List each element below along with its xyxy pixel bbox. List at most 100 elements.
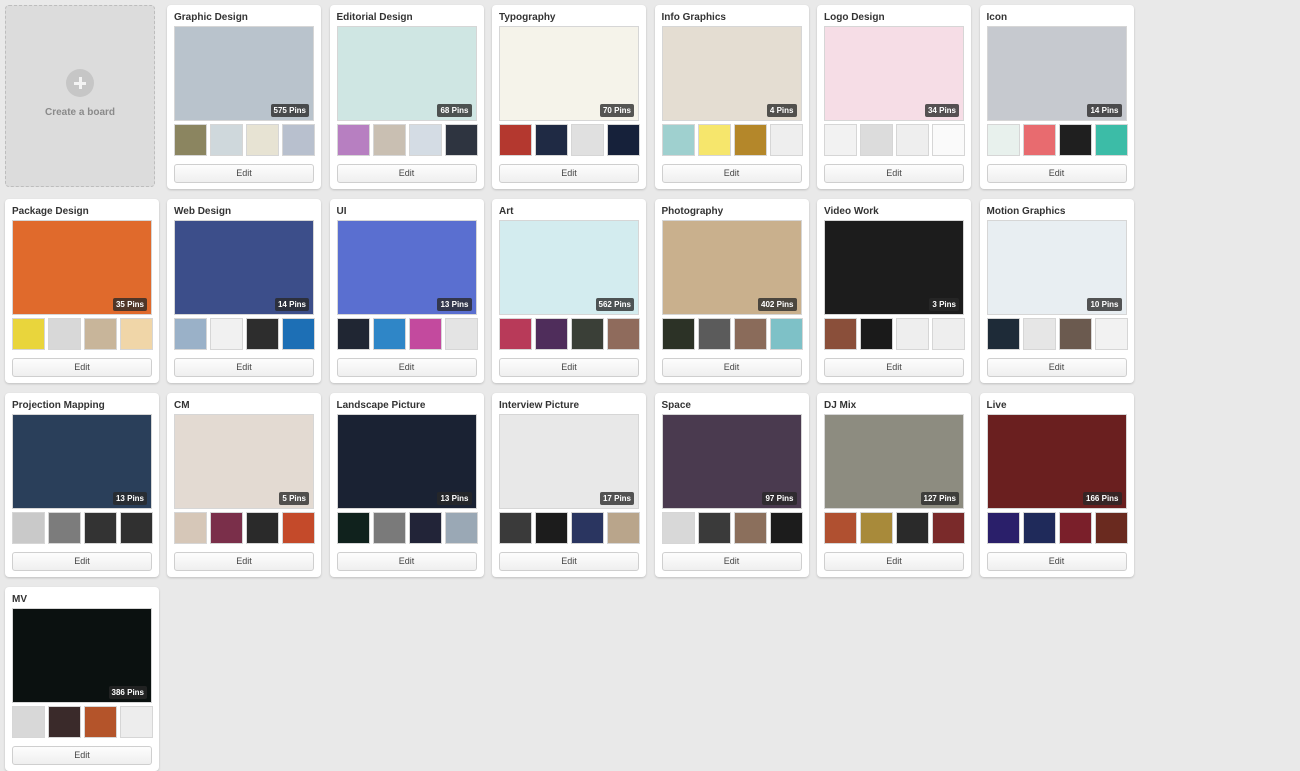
board-thumbnail[interactable]: [12, 706, 45, 738]
board-card[interactable]: Art 562 Pins Edit: [492, 199, 646, 383]
board-thumbnail[interactable]: [246, 512, 279, 544]
board-thumbnail[interactable]: [120, 318, 153, 350]
board-thumbnail[interactable]: [210, 124, 243, 156]
board-thumbnail[interactable]: [932, 124, 965, 156]
board-card[interactable]: Video Work 3 Pins Edit: [817, 199, 971, 383]
board-thumbnail[interactable]: [824, 512, 857, 544]
board-card[interactable]: Projection Mapping 13 Pins Edit: [5, 393, 159, 577]
board-thumbnail[interactable]: [336, 318, 370, 350]
edit-board-button[interactable]: Edit: [824, 164, 964, 183]
board-title[interactable]: Art: [499, 206, 513, 217]
edit-board-button[interactable]: Edit: [986, 358, 1127, 377]
board-thumbnail[interactable]: [607, 124, 640, 156]
board-cover-image[interactable]: 10 Pins: [986, 220, 1127, 315]
board-thumbnail[interactable]: [84, 706, 117, 738]
board-thumbnail[interactable]: [48, 512, 81, 544]
board-title[interactable]: Photography: [662, 206, 724, 217]
board-title[interactable]: MV: [12, 594, 27, 605]
board-thumbnail[interactable]: [48, 318, 81, 350]
board-cover-image[interactable]: 68 Pins: [336, 26, 477, 121]
board-thumbnail[interactable]: [824, 124, 857, 156]
board-thumbnail[interactable]: [932, 318, 965, 350]
edit-board-button[interactable]: Edit: [499, 358, 639, 377]
board-thumbnail[interactable]: [1022, 124, 1056, 156]
board-thumbnail[interactable]: [661, 318, 695, 350]
board-thumbnail[interactable]: [1022, 512, 1056, 544]
board-thumbnail[interactable]: [1058, 318, 1092, 350]
board-thumbnail[interactable]: [860, 318, 893, 350]
board-thumbnail[interactable]: [1058, 512, 1092, 544]
board-thumbnail[interactable]: [697, 512, 731, 544]
board-thumbnail[interactable]: [174, 124, 207, 156]
board-thumbnail[interactable]: [120, 512, 153, 544]
board-card[interactable]: Landscape Picture 13 Pins Edit: [329, 393, 484, 577]
board-title[interactable]: CM: [174, 400, 190, 411]
board-thumbnail[interactable]: [372, 318, 406, 350]
board-thumbnail[interactable]: [174, 318, 207, 350]
board-thumbnail[interactable]: [733, 124, 767, 156]
board-thumbnail[interactable]: [408, 124, 442, 156]
board-cover-image[interactable]: 166 Pins: [986, 414, 1127, 509]
board-card[interactable]: Live 166 Pins Edit: [979, 393, 1134, 577]
board-thumbnail[interactable]: [499, 318, 532, 350]
edit-board-button[interactable]: Edit: [336, 358, 477, 377]
board-title[interactable]: Motion Graphics: [987, 206, 1066, 217]
board-thumbnail[interactable]: [444, 512, 478, 544]
board-title[interactable]: Video Work: [824, 206, 879, 217]
board-thumbnail[interactable]: [48, 706, 81, 738]
board-cover-image[interactable]: 3 Pins: [824, 220, 964, 315]
board-cover-image[interactable]: 34 Pins: [824, 26, 964, 121]
board-title[interactable]: DJ Mix: [824, 400, 856, 411]
board-thumbnail[interactable]: [769, 124, 803, 156]
board-card[interactable]: Info Graphics 4 Pins Edit: [654, 5, 809, 189]
board-title[interactable]: Projection Mapping: [12, 400, 105, 411]
edit-board-button[interactable]: Edit: [336, 552, 477, 571]
board-title[interactable]: Landscape Picture: [337, 400, 426, 411]
edit-board-button[interactable]: Edit: [824, 358, 964, 377]
edit-board-button[interactable]: Edit: [12, 552, 152, 571]
board-card[interactable]: Interview Picture 17 Pins Edit: [492, 393, 646, 577]
board-cover-image[interactable]: 14 Pins: [986, 26, 1127, 121]
board-card[interactable]: CM 5 Pins Edit: [167, 393, 321, 577]
board-thumbnail[interactable]: [84, 318, 117, 350]
board-title[interactable]: Typography: [499, 12, 555, 23]
edit-board-button[interactable]: Edit: [824, 552, 964, 571]
board-title[interactable]: Interview Picture: [499, 400, 579, 411]
board-thumbnail[interactable]: [661, 512, 695, 544]
board-title[interactable]: Graphic Design: [174, 12, 248, 23]
edit-board-button[interactable]: Edit: [986, 164, 1127, 183]
board-thumbnail[interactable]: [210, 512, 243, 544]
board-thumbnail[interactable]: [932, 512, 965, 544]
board-cover-image[interactable]: 13 Pins: [12, 414, 152, 509]
board-card[interactable]: Icon 14 Pins Edit: [979, 5, 1134, 189]
board-card[interactable]: UI 13 Pins Edit: [329, 199, 484, 383]
board-thumbnail[interactable]: [408, 512, 442, 544]
board-thumbnail[interactable]: [571, 512, 604, 544]
board-thumbnail[interactable]: [174, 512, 207, 544]
board-thumbnail[interactable]: [860, 124, 893, 156]
edit-board-button[interactable]: Edit: [12, 746, 152, 765]
board-cover-image[interactable]: 17 Pins: [499, 414, 639, 509]
board-thumbnail[interactable]: [860, 512, 893, 544]
edit-board-button[interactable]: Edit: [174, 164, 314, 183]
board-thumbnail[interactable]: [444, 124, 478, 156]
board-thumbnail[interactable]: [535, 318, 568, 350]
board-thumbnail[interactable]: [769, 512, 803, 544]
board-thumbnail[interactable]: [372, 512, 406, 544]
board-thumbnail[interactable]: [444, 318, 478, 350]
board-thumbnail[interactable]: [697, 124, 731, 156]
board-title[interactable]: Editorial Design: [337, 12, 413, 23]
board-thumbnail[interactable]: [12, 512, 45, 544]
board-title[interactable]: Live: [987, 400, 1007, 411]
board-thumbnail[interactable]: [733, 318, 767, 350]
board-thumbnail[interactable]: [535, 124, 568, 156]
board-thumbnail[interactable]: [282, 512, 315, 544]
board-thumbnail[interactable]: [607, 318, 640, 350]
board-cover-image[interactable]: 13 Pins: [336, 220, 477, 315]
board-title[interactable]: Logo Design: [824, 12, 885, 23]
board-thumbnail[interactable]: [210, 318, 243, 350]
board-cover-image[interactable]: 127 Pins: [824, 414, 964, 509]
edit-board-button[interactable]: Edit: [12, 358, 152, 377]
board-title[interactable]: Web Design: [174, 206, 231, 217]
board-thumbnail[interactable]: [499, 512, 532, 544]
